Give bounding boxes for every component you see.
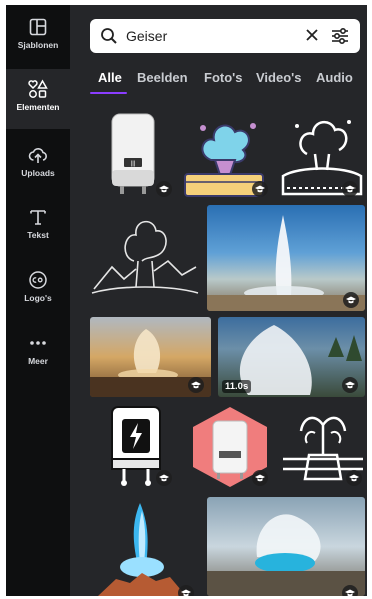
rail-label-more: Meer [28, 356, 48, 366]
premium-badge-icon [342, 377, 358, 393]
templates-icon [28, 17, 48, 37]
active-tab-indicator [90, 92, 127, 94]
result-geyser-photo[interactable] [207, 205, 365, 311]
premium-badge-icon [346, 470, 362, 486]
tab-all[interactable]: Alle [98, 70, 122, 85]
premium-badge-icon [156, 470, 172, 486]
premium-badge-icon [188, 377, 204, 393]
svg-text:|||: ||| [131, 161, 136, 167]
premium-badge-icon [156, 181, 172, 197]
clear-search-icon[interactable] [304, 27, 320, 48]
result-geyser-blue-illustration[interactable] [94, 497, 190, 596]
result-geyser-eruption-photo[interactable] [207, 497, 365, 596]
elements-panel: Alle Beelden Foto's Video's Audio ||| [70, 5, 367, 596]
premium-badge-icon [178, 585, 194, 596]
rail-label-uploads: Uploads [21, 168, 55, 178]
rail-item-more[interactable]: Meer [6, 323, 70, 381]
more-dots-icon [28, 333, 48, 353]
premium-badge-icon [342, 181, 358, 197]
rail-label-elements: Elementen [16, 102, 60, 112]
side-rail: Sjablonen Elementen Uploads Tekst Logo's [6, 5, 70, 596]
premium-badge-icon [252, 181, 268, 197]
logo-icon [28, 270, 48, 290]
premium-badge-icon [342, 585, 358, 596]
filter-sliders-icon[interactable] [330, 26, 350, 51]
rail-item-uploads[interactable]: Uploads [6, 135, 70, 193]
search-icon [100, 27, 118, 50]
rail-item-elements[interactable]: Elementen [6, 69, 70, 129]
editor-app: Sjablonen Elementen Uploads Tekst Logo's [6, 5, 367, 596]
rail-item-logos[interactable]: Logo's [6, 260, 70, 318]
elements-icon [28, 79, 48, 99]
premium-badge-icon [252, 470, 268, 486]
upload-cloud-icon [28, 145, 48, 165]
tab-photos[interactable]: Foto's [204, 70, 242, 85]
rail-label-templates: Sjablonen [17, 40, 59, 50]
premium-badge-icon [343, 292, 359, 308]
search-box [90, 19, 360, 53]
rail-item-templates[interactable]: Sjablonen [6, 7, 70, 65]
tab-images[interactable]: Beelden [137, 70, 188, 85]
video-duration-label: 11.0s [222, 380, 252, 393]
rail-item-text[interactable]: Tekst [6, 197, 70, 255]
tab-audio[interactable]: Audio [316, 70, 353, 85]
search-input[interactable] [126, 25, 296, 47]
filter-tabs: Alle Beelden Foto's Video's Audio [90, 66, 367, 96]
rail-label-text: Tekst [27, 230, 49, 240]
tab-videos[interactable]: Video's [256, 70, 301, 85]
result-geyser-sketch[interactable] [90, 205, 200, 311]
text-icon [28, 207, 48, 227]
rail-label-logos: Logo's [24, 293, 52, 303]
